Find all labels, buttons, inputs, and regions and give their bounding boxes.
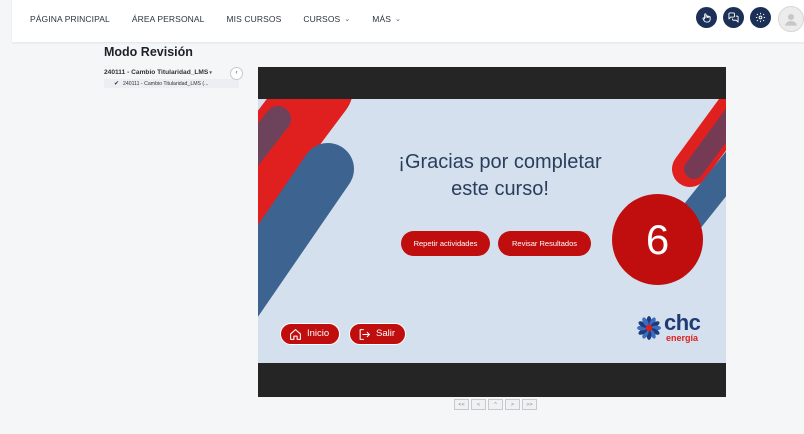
hand-icon[interactable] (696, 7, 717, 28)
check-icon: ✔ (114, 81, 120, 87)
logo-sub-text: energía (666, 333, 699, 343)
review-results-button[interactable]: Revisar Resultados (498, 231, 591, 256)
nav-item-courses[interactable]: CURSOS ⌄ (303, 14, 350, 24)
tree-parent-label: 240111 - Cambio Titularidad_LMS (104, 69, 209, 76)
nav-item-label: MÁS (372, 14, 392, 24)
first-page-button[interactable]: << (454, 399, 469, 410)
exit-button[interactable]: Salir (349, 323, 407, 345)
chevron-down-icon: ⌄ (344, 16, 351, 23)
nav-item-my-courses[interactable]: MIS CURSOS (227, 14, 282, 24)
home-icon (290, 328, 301, 340)
home-button-label: Inicio (307, 328, 330, 339)
next-page-button[interactable]: > (505, 399, 520, 410)
top-navbar: PÁGINA PRINCIPAL ÁREA PERSONAL MIS CURSO… (12, 0, 804, 42)
course-tree: 240111 - Cambio Titularidad_LMS ▾ ✔ 2401… (104, 69, 239, 88)
last-page-button[interactable]: >> (522, 399, 537, 410)
chevron-down-icon: ⌄ (395, 16, 401, 23)
collapse-panel-button[interactable]: ‹ (230, 67, 243, 80)
home-button[interactable]: Inicio (280, 323, 341, 345)
logo-main-text: chc (664, 310, 701, 335)
completion-slide: ¡Gracias por completar este curso! Repet… (258, 99, 726, 363)
up-page-button[interactable]: ^ (488, 399, 503, 410)
user-avatar[interactable] (778, 6, 804, 32)
chat-icon[interactable] (723, 7, 744, 28)
page-title: Modo Revisión (104, 45, 193, 59)
exit-icon (359, 328, 370, 340)
nav-item-home[interactable]: PÁGINA PRINCIPAL (30, 14, 110, 24)
nav-item-label: ÁREA PERSONAL (131, 14, 205, 24)
completion-message-line2: este curso! (451, 178, 549, 200)
tree-parent-item[interactable]: 240111 - Cambio Titularidad_LMS ▾ (104, 69, 239, 76)
flower-logo-icon (637, 316, 661, 340)
repeat-activities-button[interactable]: Repetir actividades (401, 231, 490, 256)
score-badge: 6 (612, 194, 703, 285)
slide-pager: << < ^ > >> (454, 399, 537, 410)
nav-item-personal-area[interactable]: ÁREA PERSONAL (132, 14, 205, 24)
nav-item-label: CURSOS (303, 14, 341, 24)
main-nav: PÁGINA PRINCIPAL ÁREA PERSONAL MIS CURSO… (30, 14, 423, 24)
previous-page-button[interactable]: < (471, 399, 486, 410)
nav-item-label: PÁGINA PRINCIPAL (30, 14, 110, 24)
settings-icon[interactable] (750, 7, 771, 28)
brand-logo: chc energía (636, 310, 701, 343)
nav-item-more[interactable]: MÁS ⌄ (372, 14, 401, 24)
caret-icon: ▾ (209, 69, 212, 76)
tree-child-label: 240111 - Cambio Titularidad_LMS (... (123, 80, 209, 87)
completion-message-line1: ¡Gracias por completar (398, 151, 602, 173)
tree-child-item[interactable]: ✔ 240111 - Cambio Titularidad_LMS (... (104, 79, 239, 88)
user-actions (696, 6, 804, 32)
exit-button-label: Salir (376, 328, 396, 339)
course-player: ¡Gracias por completar este curso! Repet… (258, 67, 726, 397)
nav-item-label: MIS CURSOS (226, 14, 282, 24)
completion-message: ¡Gracias por completar este curso! (372, 149, 628, 203)
